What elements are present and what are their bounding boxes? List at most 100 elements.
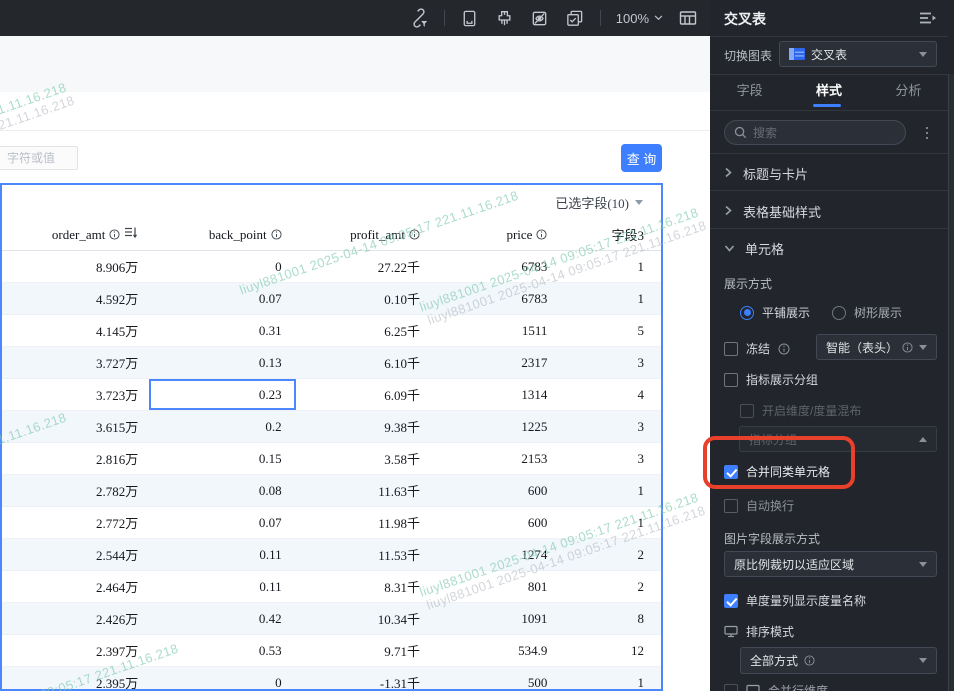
- cell-back-point[interactable]: 0.53: [149, 635, 295, 666]
- table-view-icon[interactable]: [678, 8, 698, 28]
- merge-same-cells-checkbox[interactable]: [724, 464, 738, 479]
- cell-order-amt[interactable]: 4.145万: [2, 315, 149, 346]
- cell-order-amt[interactable]: 3.727万: [2, 347, 149, 378]
- cell-profit-amt[interactable]: 11.98千: [296, 507, 430, 538]
- cell-field3[interactable]: 1: [557, 667, 661, 690]
- collapse-panel-icon[interactable]: [918, 9, 938, 27]
- cell-profit-amt[interactable]: 6.25千: [296, 315, 430, 346]
- search-input[interactable]: [753, 125, 896, 140]
- cell-order-amt[interactable]: 3.615万: [2, 411, 149, 442]
- cell-field3[interactable]: 8: [557, 603, 661, 634]
- cell-profit-amt[interactable]: 6.09千: [296, 379, 430, 410]
- cell-back-point[interactable]: 0.23: [149, 379, 296, 410]
- cell-price[interactable]: 1274: [430, 539, 557, 570]
- auto-wrap-checkbox[interactable]: [724, 498, 738, 513]
- cell-profit-amt[interactable]: 10.34千: [296, 603, 430, 634]
- card-icon[interactable]: [460, 8, 480, 28]
- cell-order-amt[interactable]: 2.772万: [2, 507, 149, 538]
- metric-group-checkbox[interactable]: [724, 372, 738, 387]
- brush-icon[interactable]: [495, 8, 515, 28]
- selected-fields-bar[interactable]: 已选字段(10): [2, 185, 661, 219]
- cell-price[interactable]: 2317: [430, 347, 557, 378]
- info-icon[interactable]: [271, 229, 282, 240]
- column-header-field3[interactable]: 字段3: [557, 219, 661, 250]
- cell-price[interactable]: 600: [430, 507, 557, 538]
- info-icon[interactable]: [778, 343, 790, 355]
- section-title-card[interactable]: 标题与卡片: [724, 164, 808, 183]
- column-header-order-amt[interactable]: order_amt: [2, 219, 149, 250]
- image-field-select[interactable]: 原比例裁切以适应区域: [724, 551, 937, 577]
- merge-row-dim-checkbox[interactable]: [724, 683, 738, 691]
- cell-price[interactable]: 500: [430, 667, 557, 690]
- style-search-box[interactable]: [724, 120, 906, 145]
- cell-back-point[interactable]: 0.13: [149, 347, 295, 378]
- cell-price[interactable]: 6783: [430, 251, 557, 282]
- tab-fields[interactable]: 字段: [710, 80, 789, 99]
- cell-back-point[interactable]: 0: [149, 667, 295, 690]
- cell-profit-amt[interactable]: -1.31千: [296, 667, 430, 689]
- column-header-back-point[interactable]: back_point: [149, 219, 295, 250]
- cell-field3[interactable]: 4: [557, 379, 661, 410]
- cell-order-amt[interactable]: 2.426万: [2, 603, 149, 634]
- chart-type-select[interactable]: 交叉表: [779, 41, 937, 67]
- cell-back-point[interactable]: 0.07: [149, 507, 295, 538]
- more-options-icon[interactable]: [920, 121, 934, 145]
- cell-back-point[interactable]: 0.08: [149, 475, 295, 506]
- cell-profit-amt[interactable]: 8.31千: [296, 571, 430, 602]
- cell-field3[interactable]: 1: [557, 507, 661, 538]
- cell-profit-amt[interactable]: 9.71千: [296, 635, 430, 666]
- cell-field3[interactable]: 2: [557, 571, 661, 602]
- cell-field3[interactable]: 1: [557, 475, 661, 506]
- cell-price[interactable]: 6783: [430, 283, 557, 314]
- zoom-level-control[interactable]: 100%: [616, 11, 663, 26]
- cell-back-point[interactable]: 0.2: [149, 411, 295, 442]
- cell-profit-amt[interactable]: 3.58千: [296, 443, 430, 474]
- cell-back-point[interactable]: 0: [149, 251, 295, 282]
- cell-back-point[interactable]: 0.15: [149, 443, 295, 474]
- cell-back-point[interactable]: 0.07: [149, 283, 295, 314]
- info-icon[interactable]: [536, 229, 547, 240]
- radio-flat-display[interactable]: [740, 305, 754, 320]
- cell-field3[interactable]: 3: [557, 347, 661, 378]
- cell-field3[interactable]: 1: [557, 283, 661, 314]
- cell-back-point[interactable]: 0.11: [149, 571, 295, 602]
- cell-profit-amt[interactable]: 27.22千: [296, 251, 430, 282]
- filter-value-input[interactable]: [0, 146, 78, 170]
- radio-tree-display[interactable]: [832, 305, 847, 320]
- column-header-price[interactable]: price: [430, 219, 557, 250]
- cell-field3[interactable]: 3: [557, 443, 661, 474]
- cell-price[interactable]: 1314: [430, 379, 557, 410]
- cell-profit-amt[interactable]: 0.10千: [296, 283, 430, 314]
- cell-field3[interactable]: 12: [557, 635, 661, 666]
- cell-price[interactable]: 534.9: [430, 635, 557, 666]
- cell-price[interactable]: 801: [430, 571, 557, 602]
- cell-profit-amt[interactable]: 9.38千: [296, 411, 430, 442]
- cell-order-amt[interactable]: 2.397万: [2, 635, 149, 666]
- info-icon[interactable]: [109, 229, 120, 240]
- link-filter-icon[interactable]: [409, 8, 429, 28]
- cell-profit-amt[interactable]: 11.53千: [296, 539, 430, 570]
- section-table-base-style[interactable]: 表格基础样式: [724, 202, 821, 221]
- sort-mode-select[interactable]: 全部方式: [740, 647, 937, 674]
- cell-back-point[interactable]: 0.31: [149, 315, 295, 346]
- batch-select-icon[interactable]: [565, 8, 585, 28]
- cell-field3[interactable]: 2: [557, 539, 661, 570]
- cell-price[interactable]: 1225: [430, 411, 557, 442]
- cell-field3[interactable]: 3: [557, 411, 661, 442]
- cell-profit-amt[interactable]: 11.63千: [296, 475, 430, 506]
- cell-price[interactable]: 600: [430, 475, 557, 506]
- cell-order-amt[interactable]: 4.592万: [2, 283, 149, 314]
- cell-back-point[interactable]: 0.11: [149, 539, 295, 570]
- single-measure-name-checkbox[interactable]: [724, 593, 738, 608]
- cell-order-amt[interactable]: 3.723万: [2, 379, 149, 410]
- cell-field3[interactable]: 5: [557, 315, 661, 346]
- sort-descending-icon[interactable]: [124, 226, 138, 243]
- tab-style[interactable]: 样式: [789, 80, 868, 99]
- freeze-mode-select[interactable]: 智能（表头）: [816, 334, 937, 360]
- cell-order-amt[interactable]: 2.395万: [2, 667, 149, 689]
- info-icon[interactable]: [409, 229, 420, 240]
- freeze-checkbox[interactable]: [724, 341, 738, 356]
- hide-chart-icon[interactable]: [530, 8, 550, 28]
- cell-field3[interactable]: 1: [557, 251, 661, 282]
- cell-order-amt[interactable]: 2.464万: [2, 571, 149, 602]
